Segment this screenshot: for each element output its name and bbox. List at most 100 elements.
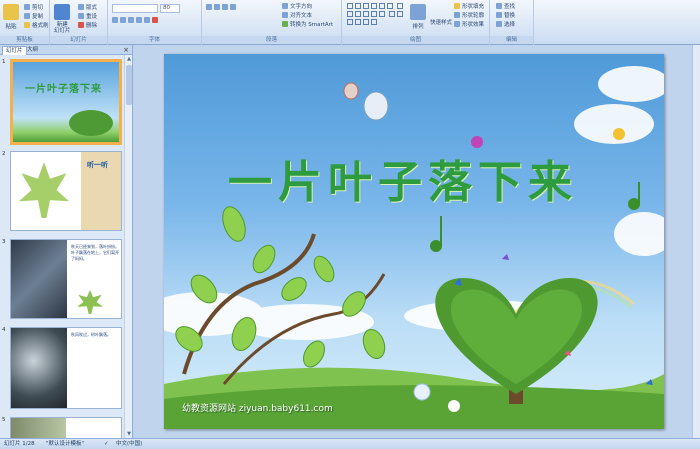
paragraph-group-label: 段落 [202,36,341,44]
thumbnail-number: 2 [2,151,6,157]
font-group-label: 字体 [108,36,201,44]
format-painter-button[interactable]: 格式刷 [24,21,49,29]
green-leaf [77,290,103,314]
text-direction-button[interactable]: 文字方向 [282,2,312,10]
fill-icon [454,3,460,9]
editor-scrollbar[interactable] [692,45,700,438]
numbering-icon[interactable] [214,4,220,10]
cut-button[interactable]: 剪切 [24,3,43,11]
quick-styles-button[interactable]: 快速样式 [430,18,452,26]
maple-leaf [19,162,69,218]
slide-position: 幻灯片 1/28 [4,441,35,447]
slides-group: 新建 幻灯片 版式 重设 删除 幻灯片 [50,0,108,45]
slides-group-label: 幻灯片 [50,36,107,44]
replace-icon [496,12,502,18]
slide-footer-text: 幼教资源网站 ziyuan.baby611.com [182,404,333,414]
editing-group-label: 编辑 [490,36,533,44]
thumbnail-image: 一片叶子落下来 [10,59,122,145]
select-button[interactable]: 选择 [496,20,515,28]
reset-icon [78,13,84,19]
thumbnail-number: 1 [2,59,6,65]
arrange-icon [410,4,426,20]
layout-button[interactable]: 版式 [78,3,97,11]
bold-icon[interactable] [112,17,118,23]
delete-button[interactable]: 删除 [78,21,97,29]
scissors-icon [24,4,30,10]
drawing-group-label: 绘图 [342,36,489,44]
font-color-icon[interactable] [152,17,158,23]
slide-editor: 一片叶子落下来 幼教资源网站 ziyuan.baby611.com [134,45,700,438]
font-format-buttons [112,17,158,23]
slide-background-art [164,66,664,429]
arrange-button[interactable]: 排列 [410,4,426,30]
slide-title[interactable]: 一片叶子落下来 [228,146,578,210]
layout-icon [78,4,84,10]
paste-button[interactable]: 粘贴 [3,4,19,30]
bullets-buttons [206,4,236,10]
effects-icon [454,21,460,27]
language-status: 中文(中国) [116,441,143,447]
copy-button[interactable]: 复制 [24,12,43,20]
replace-button[interactable]: 替换 [496,11,515,19]
clipboard-group: 粘贴 剪切 复制 格式刷 剪贴板 [0,0,50,45]
pane-scroll-thumb[interactable] [126,65,132,105]
ribbon: 粘贴 剪切 复制 格式刷 剪贴板 新建 幻灯片 版式 重设 删除 幻灯片 80 … [0,0,700,45]
smartart-icon [282,21,288,27]
thumbnail-3[interactable]: 3 秋天已经来到，落叶纷纷。叶子飘落在地上，它们离开了妈妈。 [0,239,125,323]
pane-tabs: 幻灯片 大纲 × [0,45,132,55]
spell-check-icon[interactable]: ✓ [104,439,109,449]
select-icon [496,21,502,27]
shapes-gallery[interactable] [346,2,404,26]
new-slide-button[interactable]: 新建 幻灯片 [54,4,71,34]
find-icon [496,3,502,9]
outline-icon [454,12,460,18]
delete-icon [78,22,84,28]
theme-name: "默认设计模板" [46,441,85,447]
slide-canvas[interactable]: 一片叶子落下来 幼教资源网站 ziyuan.baby611.com [164,54,664,429]
new-slide-icon [54,4,71,20]
scroll-up-icon[interactable]: ▲ [125,55,133,63]
thumbnail-number: 4 [2,327,6,333]
thumbnail-image [10,417,122,438]
indent-icon[interactable] [222,4,228,10]
slides-pane: 幻灯片 大纲 × 1 一片叶子落下来 2 听一听 3 秋天已经来到，落叶纷纷。叶… [0,45,133,438]
shadow-icon[interactable] [144,17,150,23]
thumbnail-4[interactable]: 4 秋风吹过，树叶飘落。 [0,327,125,413]
bullets-icon[interactable] [206,4,212,10]
tab-slides[interactable]: 幻灯片 [2,46,27,55]
thumbnail-image: 秋风吹过，树叶飘落。 [10,327,122,409]
drawing-group: 排列 快速样式 形状填充 形状轮廓 形状效果 绘图 [342,0,490,45]
clipboard-group-label: 剪贴板 [0,36,49,44]
branch-photo [11,240,67,318]
brush-icon [24,22,30,28]
find-button[interactable]: 查找 [496,2,515,10]
font-size-field[interactable]: 80 [160,4,180,13]
scroll-down-icon[interactable]: ▼ [125,430,133,438]
shape-effects-button[interactable]: 形状效果 [454,20,484,28]
thumb-tree [69,110,113,136]
pane-scrollbar[interactable]: ▲ ▼ [124,55,132,438]
font-name-field[interactable] [112,4,158,13]
smartart-button[interactable]: 转换为 SmartArt [282,20,333,28]
paragraph-group: 文字方向 对齐文本 转换为 SmartArt 段落 [202,0,342,45]
shape-outline-button[interactable]: 形状轮廓 [454,11,484,19]
thumbnail-image: 秋天已经来到，落叶纷纷。叶子飘落在地上，它们离开了妈妈。 [10,239,122,319]
thumbnail-image: 听一听 [10,151,122,231]
thumbnail-number: 5 [2,417,6,423]
reset-button[interactable]: 重设 [78,12,97,20]
align-text-button[interactable]: 对齐文本 [282,11,312,19]
align-text-icon [282,12,288,18]
underline-icon[interactable] [128,17,134,23]
thumbnail-5[interactable]: 5 [0,417,125,438]
thumbnail-1[interactable]: 1 一片叶子落下来 [0,59,125,147]
font-group: 80 字体 [108,0,202,45]
close-icon[interactable]: × [123,46,129,54]
tab-outline[interactable]: 大纲 [24,46,41,55]
shape-fill-button[interactable]: 形状填充 [454,2,484,10]
line-spacing-icon[interactable] [230,4,236,10]
vine-leaves [175,206,386,368]
thumbnail-2[interactable]: 2 听一听 [0,151,125,235]
strikethrough-icon[interactable] [136,17,142,23]
italic-icon[interactable] [120,17,126,23]
tree-photo [11,328,67,408]
